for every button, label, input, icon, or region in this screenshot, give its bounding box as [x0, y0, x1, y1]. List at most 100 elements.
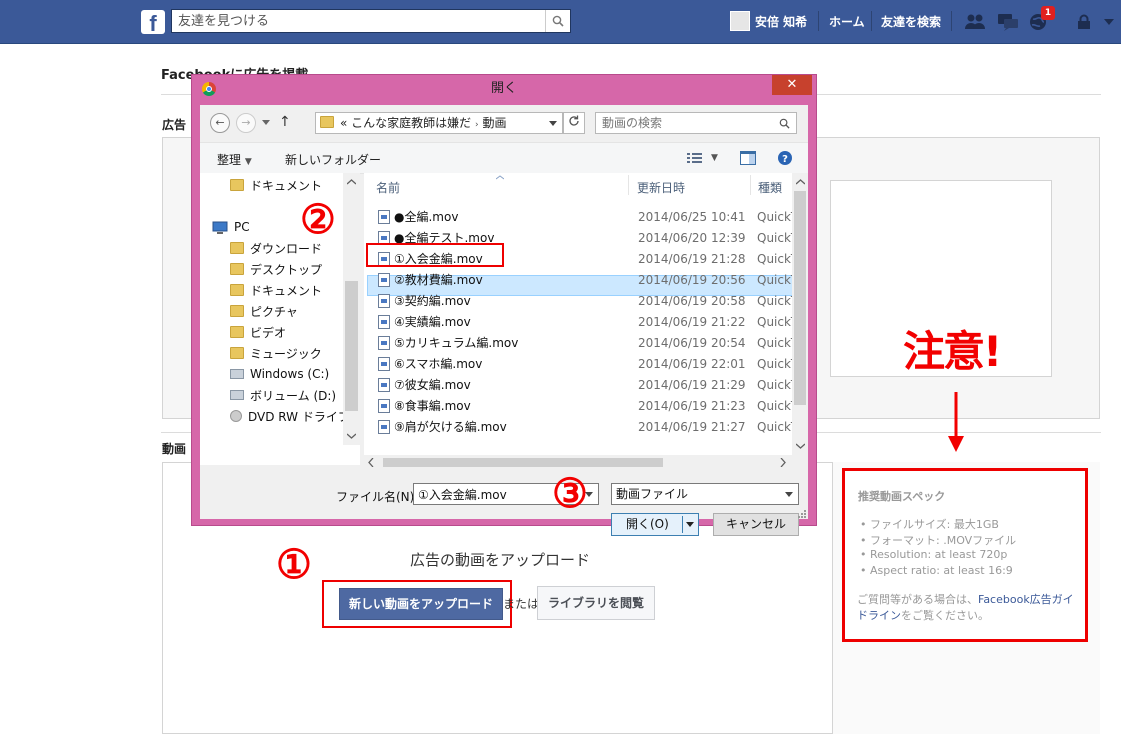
- annotation-file-highlight-box: [366, 243, 504, 267]
- back-button[interactable]: ←: [210, 113, 230, 133]
- file-type: QuickT: [757, 420, 792, 434]
- breadcrumb-current[interactable]: 動画: [482, 116, 506, 130]
- recent-locations-chevron-down-icon[interactable]: [262, 120, 270, 126]
- file-type-chevron-down-icon[interactable]: [785, 492, 793, 498]
- video-file-icon: [378, 273, 390, 287]
- organize-menu[interactable]: 整理 ▼: [217, 151, 252, 168]
- file-open-dialog: 開く ✕ ← → ↑ « こんな家庭教師は嫌だ › 動画 整理 ▼ 新しいフォル…: [191, 74, 817, 536]
- view-chevron-down-icon[interactable]: ▼: [711, 153, 718, 163]
- file-type-select[interactable]: 動画ファイル: [611, 483, 799, 505]
- file-type: QuickT: [757, 252, 792, 266]
- nav-item-documents-2[interactable]: ドキュメント: [230, 281, 322, 299]
- search-icon[interactable]: [779, 118, 790, 129]
- avatar[interactable]: [730, 11, 750, 31]
- file-row[interactable]: ③契約編.mov 2014/06/19 20:58 QuickT: [364, 291, 792, 312]
- column-header-type[interactable]: 種類: [758, 179, 782, 196]
- column-header-date[interactable]: 更新日時: [637, 179, 685, 196]
- open-options-chevron-down-icon[interactable]: [686, 522, 694, 528]
- nav-item-pictures[interactable]: ピクチャ: [230, 302, 298, 320]
- column-divider[interactable]: [628, 175, 629, 195]
- caution-annotation: 注意!: [903, 327, 1002, 376]
- facebook-top-bar: f 安倍 知希 ホーム 友達を検索 1: [0, 0, 1121, 44]
- breadcrumb-parent[interactable]: こんな家庭教師は嫌だ: [351, 116, 471, 130]
- messages-icon[interactable]: [997, 12, 1019, 32]
- search-icon[interactable]: [545, 10, 570, 32]
- file-row[interactable]: ⑤カリキュラム編.mov 2014/06/19 20:54 QuickT: [364, 333, 792, 354]
- folder-search-box[interactable]: [595, 112, 797, 134]
- nav-item-music[interactable]: ミュージック: [230, 344, 322, 362]
- account-menu-chevron-down-icon[interactable]: [1104, 18, 1114, 26]
- notification-badge: 1: [1041, 6, 1055, 20]
- file-row[interactable]: ⑨肩が欠ける編.mov 2014/06/19 21:27 QuickT: [364, 417, 792, 438]
- file-list-scrollbar-thumb[interactable]: [794, 191, 806, 405]
- profile-name-link[interactable]: 安倍 知希: [755, 13, 807, 30]
- privacy-shortcuts-icon[interactable]: [1076, 14, 1092, 30]
- preview-pane-icon[interactable]: [740, 151, 756, 165]
- browse-library-button[interactable]: ライブラリを閲覧: [537, 586, 655, 620]
- folder-search-input[interactable]: [596, 113, 778, 133]
- pc-icon: [212, 221, 228, 234]
- scroll-up-chevron-icon[interactable]: [796, 179, 805, 185]
- navigation-scrollbar-thumb[interactable]: [345, 281, 358, 411]
- close-button[interactable]: ✕: [772, 75, 812, 95]
- refresh-button[interactable]: [563, 112, 585, 134]
- file-type: QuickT: [757, 273, 792, 287]
- friend-search-box[interactable]: [171, 9, 571, 33]
- horizontal-scrollbar-thumb[interactable]: [383, 458, 663, 467]
- forward-button[interactable]: →: [236, 113, 256, 133]
- up-folder-button[interactable]: ↑: [279, 114, 291, 130]
- file-row[interactable]: ②教材費編.mov 2014/06/19 20:56 QuickT: [364, 270, 792, 291]
- file-row[interactable]: ●全編.mov 2014/06/25 10:41 QuickT: [364, 207, 792, 228]
- spec-item: • ファイルサイズ: 最大1GB: [860, 518, 999, 531]
- resize-grip-icon[interactable]: [797, 509, 806, 518]
- scroll-down-chevron-icon[interactable]: [347, 433, 356, 439]
- address-bar[interactable]: « こんな家庭教師は嫌だ › 動画: [315, 112, 563, 134]
- find-friends-link[interactable]: 友達を検索: [881, 13, 941, 30]
- refresh-icon: [569, 115, 579, 126]
- file-name: ②教材費編.mov: [394, 273, 483, 287]
- video-file-icon: [378, 378, 390, 392]
- file-name: ⑤カリキュラム編.mov: [394, 336, 519, 350]
- sort-ascending-icon: [496, 175, 504, 180]
- scroll-down-chevron-icon[interactable]: [796, 443, 805, 449]
- scroll-right-chevron-icon[interactable]: [780, 458, 786, 467]
- nav-item-documents[interactable]: ドキュメント: [230, 176, 322, 194]
- upload-heading: 広告の動画をアップロード: [410, 551, 591, 569]
- file-row[interactable]: ⑥スマホ編.mov 2014/06/19 22:01 QuickT: [364, 354, 792, 375]
- friend-requests-icon[interactable]: [964, 13, 986, 31]
- view-options-icon[interactable]: [687, 152, 703, 164]
- nav-item-desktop[interactable]: デスクトップ: [230, 260, 322, 278]
- file-date: 2014/06/19 20:56: [638, 273, 746, 287]
- breadcrumb-separator[interactable]: ›: [475, 120, 479, 130]
- nav-item-label: ビデオ: [250, 325, 287, 340]
- spec-item-text: Resolution: at least 720p: [870, 548, 1008, 561]
- nav-item-pc[interactable]: PC: [212, 218, 250, 236]
- home-link[interactable]: ホーム: [829, 13, 865, 30]
- video-file-icon: [378, 357, 390, 371]
- step-3-annotation: ③: [552, 470, 588, 517]
- file-date: 2014/06/19 21:23: [638, 399, 746, 413]
- cancel-button[interactable]: キャンセル: [713, 513, 799, 536]
- friend-search-input[interactable]: [172, 10, 544, 32]
- column-header-name[interactable]: 名前: [376, 179, 400, 196]
- file-row[interactable]: ⑧食事編.mov 2014/06/19 21:23 QuickT: [364, 396, 792, 417]
- nav-item-label: Windows (C:): [250, 367, 330, 381]
- new-folder-button[interactable]: 新しいフォルダー: [285, 151, 381, 168]
- folder-icon: [230, 179, 244, 191]
- file-row[interactable]: ④実績編.mov 2014/06/19 21:22 QuickT: [364, 312, 792, 333]
- nav-item-drive-c[interactable]: Windows (C:): [230, 365, 329, 383]
- file-name: ⑧食事編.mov: [394, 399, 471, 413]
- video-file-icon: [378, 399, 390, 413]
- nav-item-dvd-drive[interactable]: DVD RW ドライブ: [230, 407, 350, 425]
- folder-icon: [230, 263, 244, 275]
- file-row[interactable]: ⑦彼女編.mov 2014/06/19 21:29 QuickT: [364, 375, 792, 396]
- help-icon[interactable]: ?: [777, 150, 793, 166]
- facebook-logo[interactable]: f: [141, 10, 165, 34]
- scroll-left-chevron-icon[interactable]: [368, 458, 374, 467]
- scroll-up-chevron-icon[interactable]: [347, 179, 356, 185]
- nav-item-drive-d[interactable]: ボリューム (D:): [230, 386, 336, 404]
- column-divider[interactable]: [750, 175, 751, 195]
- open-button[interactable]: 開く(O): [611, 513, 699, 536]
- nav-item-videos[interactable]: ビデオ: [230, 323, 286, 341]
- address-chevron-down-icon[interactable]: [549, 121, 557, 127]
